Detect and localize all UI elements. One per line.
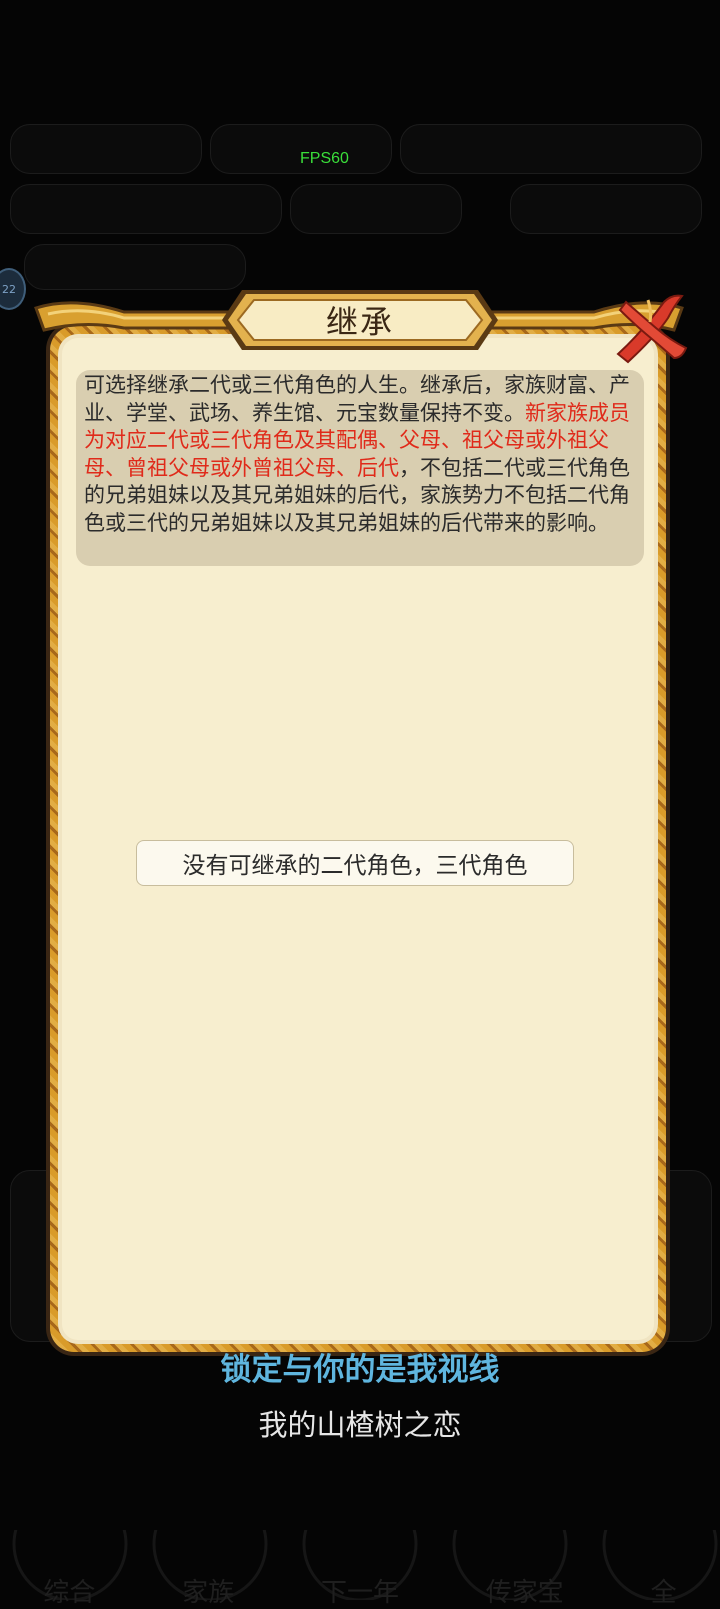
close-x-icon[interactable] (612, 292, 690, 366)
inheritance-description: 可选择继承二代或三代角色的人生。继承后，家族财富、产业、学堂、武场、养生馆、元宝… (76, 370, 644, 566)
bg-nav-label: 综合 (43, 1578, 96, 1608)
description-text: 可选择继承二代或三代角色的人生。继承后，家族财富、产业、学堂、武场、养生馆、元宝… (84, 372, 636, 537)
empty-inheritance-notice: 没有可继承的二代角色，三代角色 (136, 840, 574, 886)
inheritance-dialog: 继承 可选择继承二代或三代角色的人生。继承后，家族财富、产业、学堂、武场、养生馆… (34, 290, 688, 1356)
bg-stat-panel-1 (10, 124, 202, 174)
lyric-line-2: 我的山楂树之恋 (258, 1408, 462, 1442)
dialog-title: 继承 (325, 303, 394, 341)
bg-nav-label: 家族 (182, 1578, 235, 1608)
bg-tab-panel (24, 244, 246, 290)
bg-stat-panel-6 (510, 184, 702, 234)
bg-nav-label: 全 (650, 1578, 677, 1608)
fps-counter: FPS60 (300, 150, 349, 167)
bg-stat-panel-3 (400, 124, 702, 174)
bg-stat-panel-4 (10, 184, 282, 234)
bg-nav-label: 下一年 (320, 1578, 399, 1608)
bg-stat-panel-5 (290, 184, 462, 234)
bg-nav-label: 传家宝 (485, 1578, 564, 1608)
lyric-line-1: 锁定与你的是我视线 (220, 1352, 500, 1388)
